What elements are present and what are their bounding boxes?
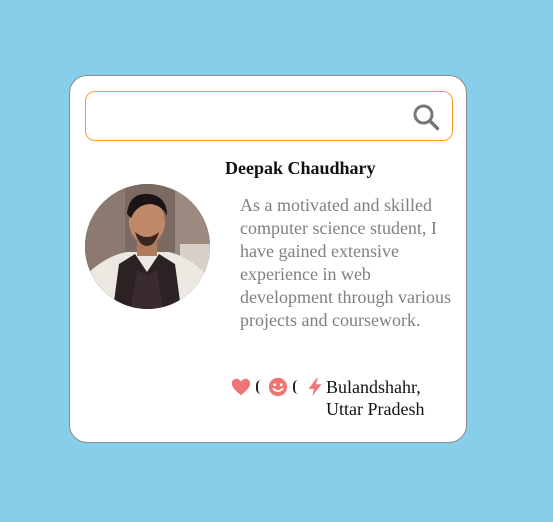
lightning-icon[interactable]	[304, 376, 326, 398]
smiley-icon[interactable]	[267, 376, 289, 398]
profile-location: Bulandshahr, Uttar Pradesh	[326, 376, 456, 420]
profile-name: Deepak Chaudhary	[225, 158, 376, 178]
separator	[293, 380, 298, 394]
avatar-photo	[85, 184, 210, 309]
heart-icon[interactable]	[230, 376, 252, 398]
search-input[interactable]	[96, 100, 400, 134]
search-bar	[85, 91, 453, 141]
profile-icons	[230, 375, 326, 399]
separator	[256, 380, 261, 394]
profile-card: Deepak Chaudhary As a motivated and skil…	[69, 75, 467, 443]
location-city: Bulandshahr,	[326, 377, 421, 397]
avatar	[85, 184, 210, 309]
search-icon[interactable]	[412, 103, 440, 131]
location-state: Uttar Pradesh	[326, 399, 425, 419]
profile-bio: As a motivated and skilled computer scie…	[240, 195, 451, 330]
